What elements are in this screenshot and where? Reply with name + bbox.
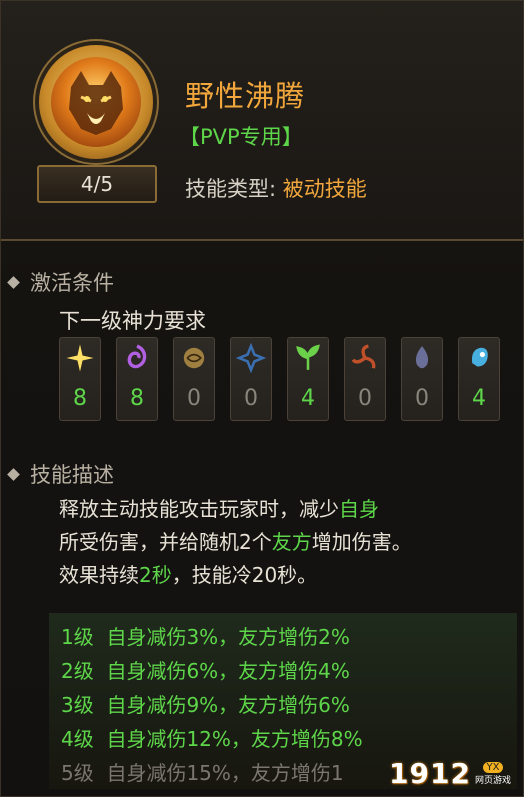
divine-power-value: 0	[358, 386, 372, 411]
red-triskelion-icon	[345, 338, 385, 378]
divine-power-slot: 8	[116, 337, 158, 421]
pvp-tag: 【PVP专用】	[179, 125, 303, 149]
activation-heading: 激活条件	[7, 267, 114, 297]
skill-type-label: 技能类型:	[185, 177, 277, 201]
green-sprout-icon	[288, 338, 328, 378]
divine-power-slot: 8	[59, 337, 101, 421]
divine-power-slot: 0	[173, 337, 215, 421]
purple-swirl-icon	[117, 338, 157, 378]
skill-type-value: 被动技能	[282, 177, 367, 201]
blue-spirit-icon	[459, 338, 499, 378]
blue-shuriken-icon	[231, 338, 271, 378]
skill-header: 4/5 野性沸腾 【PVP专用】 技能类型: 被动技能	[1, 1, 523, 241]
description-heading-text: 技能描述	[30, 463, 114, 487]
watermark-badge: YX 网页游戏	[474, 761, 511, 786]
skill-name: 野性沸腾	[185, 79, 306, 113]
divine-power-value: 0	[187, 386, 201, 411]
divine-power-value: 0	[244, 386, 258, 411]
skill-description: 释放主动技能攻击玩家时，减少自身 所受伤害，并给随机2个友方增加伤害。 效果持续…	[59, 493, 509, 592]
divine-power-slot: 0	[344, 337, 386, 421]
skill-level-indicator: 4/5	[37, 165, 157, 203]
description-line-1: 释放主动技能攻击玩家时，减少自身	[59, 497, 379, 521]
level-effect-row: 3级 自身减伤9%，友方增伤6%	[61, 693, 350, 717]
watermark-number: 1912	[389, 757, 471, 790]
activation-heading-text: 激活条件	[30, 271, 114, 295]
requirement-text: 下一级神力要求	[59, 309, 206, 333]
description-heading: 技能描述	[7, 459, 114, 489]
grey-flame-icon	[402, 338, 442, 378]
level-effect-row: 1级 自身减伤3%，友方增伤2%	[61, 625, 350, 649]
diamond-bullet-icon	[7, 467, 20, 481]
divine-power-value: 0	[415, 386, 429, 411]
skill-tooltip: 4/5 野性沸腾 【PVP专用】 技能类型: 被动技能 激活条件 下一级神力要求…	[0, 0, 524, 797]
divine-power-value: 4	[472, 386, 486, 411]
description-line-2: 所受伤害，并给随机2个友方增加伤害。	[59, 530, 412, 554]
divine-power-slot: 0	[401, 337, 443, 421]
star-burst-icon	[60, 338, 100, 378]
divine-power-slots: 8 8 0 0 4 0 0 4	[59, 337, 515, 421]
site-watermark-logo: 1912 YX 网页游戏	[389, 757, 511, 790]
divine-power-value: 4	[301, 386, 315, 411]
skill-type: 技能类型: 被动技能	[185, 173, 367, 203]
divine-power-slot: 4	[287, 337, 329, 421]
description-line-3: 效果持续2秒，技能冷20秒。	[59, 563, 318, 587]
level-effect-row: 2级 自身减伤6%，友方增伤4%	[61, 659, 350, 683]
level-effect-row: 5级 自身减伤15%，友方增伤1	[61, 761, 344, 785]
divine-power-value: 8	[73, 386, 87, 411]
divine-power-value: 8	[130, 386, 144, 411]
diamond-bullet-icon	[7, 275, 20, 289]
divine-power-slot: 4	[458, 337, 500, 421]
golden-orb-icon	[174, 338, 214, 378]
roaring-beast-icon	[51, 57, 141, 147]
divine-power-slot: 0	[230, 337, 272, 421]
level-effect-row: 4级 自身减伤12%，友方增伤8%	[61, 727, 363, 751]
